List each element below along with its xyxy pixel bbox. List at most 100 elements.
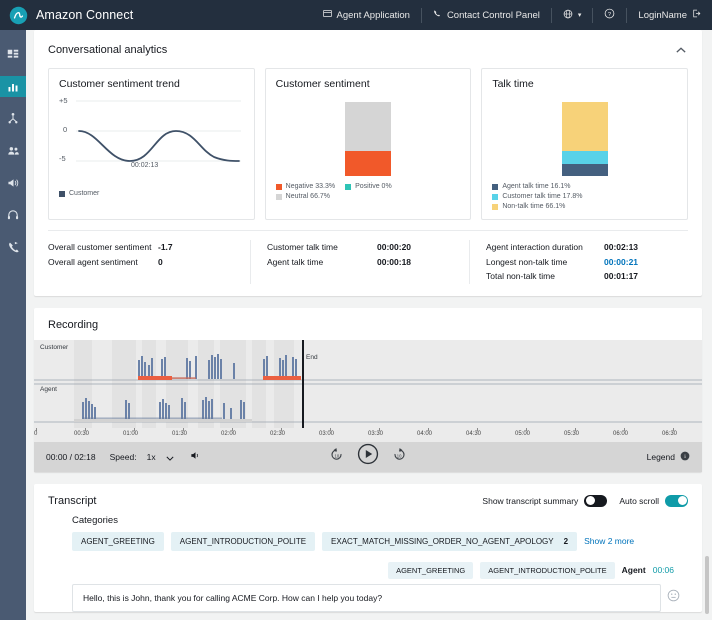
legend-item: Neutral 66.7%	[275, 193, 461, 200]
recording-panel-title: Recording	[48, 318, 99, 331]
category-chip[interactable]: AGENT_GREETING	[72, 531, 164, 551]
metric-row: Agent talk time 00:00:18	[267, 255, 459, 270]
sign-out-icon[interactable]	[692, 9, 701, 21]
message-timestamp[interactable]: 00:06	[653, 565, 674, 575]
chevron-up-icon[interactable]	[660, 30, 702, 68]
bar-segment-non-talk	[561, 102, 608, 151]
y-tick-minus5: -5	[59, 154, 66, 163]
legend-swatch	[492, 203, 499, 210]
x-tick-label: 00:02:13	[131, 162, 159, 169]
info-icon[interactable]: i	[680, 448, 690, 466]
customer-sentiment-legend: Negative 33.3% Positive 0% Neutral 66.7%	[275, 183, 461, 200]
axis-tick: 06:00	[613, 430, 629, 437]
message-speaker: Agent	[621, 565, 646, 575]
legend-swatch	[492, 183, 499, 190]
auto-scroll-toggle-group: Auto scroll	[619, 494, 688, 507]
language-selector[interactable]: ▾	[552, 0, 593, 30]
metric-group-interaction: Agent interaction duration 00:02:13 Long…	[469, 240, 688, 284]
transcript-header: Transcript Show transcript summary Auto …	[34, 484, 702, 511]
sidebar-item-analytics[interactable]	[0, 76, 26, 97]
rewind-10-icon[interactable]: 10	[329, 447, 344, 467]
bar-segment-neutral	[345, 102, 391, 152]
metric-row: Overall agent sentiment 0	[48, 255, 240, 270]
sidebar-item-routing[interactable]	[0, 108, 26, 129]
show-transcript-summary-toggle[interactable]	[584, 494, 608, 507]
toggle-knob	[585, 496, 595, 505]
legend-swatch	[59, 190, 65, 197]
phone-icon	[433, 9, 442, 21]
category-chip-label: EXACT_MATCH_MISSING_ORDER_NO_AGENT_APOLO…	[331, 536, 554, 546]
axis-tick: 02:00	[221, 430, 237, 437]
metric-value: -1.7	[158, 242, 173, 252]
legend-button[interactable]: Legend i	[647, 448, 690, 466]
customer-channel-label: Customer	[40, 343, 69, 351]
top-nav-actions: Agent Application Contact Control Panel …	[312, 0, 712, 30]
sidebar-item-agent-status[interactable]	[0, 204, 26, 225]
chart-title: Customer sentiment trend	[59, 78, 180, 90]
legend-swatch	[275, 183, 282, 190]
customer-sentiment-card: Customer sentiment Negative 33.3% Positi…	[264, 68, 472, 220]
legend-label: Non-talk time 66.1%	[502, 203, 566, 210]
sidebar-item-phone-numbers[interactable]	[0, 236, 26, 257]
neutral-face-icon[interactable]	[667, 589, 680, 607]
sidebar-item-users[interactable]	[0, 140, 26, 161]
transcript-toggles: Show transcript summary Auto scroll	[482, 494, 688, 507]
legend-label: Legend	[646, 451, 675, 462]
stacked-bar	[345, 102, 391, 176]
analytics-panel-title: Conversational analytics	[48, 44, 168, 56]
show-transcript-summary-toggle-group: Show transcript summary	[482, 494, 608, 507]
auto-scroll-toggle[interactable]	[665, 494, 688, 507]
show-more-categories-link[interactable]: Show 2 more	[584, 536, 634, 546]
axis-tick: 01:00	[123, 430, 139, 437]
legend-label: Agent talk time 16.1%	[502, 183, 571, 190]
y-tick-zero: 0	[63, 125, 68, 134]
svg-text:10: 10	[335, 453, 340, 458]
metric-row: Customer talk time 00:00:20	[267, 240, 459, 255]
end-marker-label: End	[306, 353, 318, 361]
play-button[interactable]	[357, 443, 379, 470]
legend-swatch	[345, 183, 352, 190]
metric-value: 00:00:18	[377, 256, 412, 267]
transcript-scrollbar[interactable]	[705, 556, 709, 614]
category-chips: AGENT_GREETING AGENT_INTRODUCTION_POLITE…	[34, 531, 702, 551]
sidebar-item-campaigns[interactable]	[0, 172, 26, 193]
category-chip[interactable]: EXACT_MATCH_MISSING_ORDER_NO_AGENT_APOLO…	[322, 531, 578, 551]
analytics-cards-row: Customer sentiment trend +5 0 -5 00:02:1…	[34, 68, 702, 230]
recording-waveform[interactable]: Customer Agent End	[34, 339, 702, 428]
nav-contact-control-panel[interactable]: Contact Control Panel	[422, 0, 551, 30]
show-transcript-summary-label: Show transcript summary	[482, 495, 579, 506]
message-tag[interactable]: AGENT_INTRODUCTION_POLITE	[480, 561, 615, 579]
recording-time-axis: 0 00:30 01:00 01:30 02:00 02:30 03:00 03…	[34, 427, 702, 442]
message-tag[interactable]: AGENT_GREETING	[388, 561, 474, 579]
transport-controls: 10 10	[34, 443, 702, 470]
analytics-panel-header: Conversational analytics	[34, 30, 702, 68]
longest-non-talk-time-link[interactable]: 00:00:21	[604, 255, 638, 270]
transcript-title: Transcript	[48, 494, 97, 507]
metric-value: 00:02:13	[604, 242, 639, 252]
window-icon	[322, 9, 332, 21]
axis-tick: 05:30	[564, 430, 580, 437]
forward-10-icon[interactable]: 10	[392, 447, 407, 467]
help-button[interactable]: ?	[593, 0, 626, 30]
question-circle-icon: ?	[604, 8, 615, 22]
playhead-marker[interactable]	[302, 339, 304, 428]
customer-sentiment-trend-card: Customer sentiment trend +5 0 -5 00:02:1…	[48, 68, 255, 220]
legend-item: Non-talk time 66.1%	[492, 203, 677, 210]
nav-agent-application[interactable]: Agent Application	[312, 0, 421, 30]
talk-time-legend: Agent talk time 16.1% Customer talk time…	[492, 183, 677, 210]
axis-tick: 04:00	[417, 430, 433, 437]
amazon-connect-logo[interactable]	[0, 6, 36, 25]
talk-time-card: Talk time Agent talk time 16.1% Customer…	[481, 68, 689, 220]
legend-label: Negative 33.3%	[285, 183, 336, 190]
user-login-name: LoginName	[638, 9, 687, 21]
legend-item: Customer	[59, 190, 99, 197]
category-chip[interactable]: AGENT_INTRODUCTION_POLITE	[170, 531, 316, 551]
bar-segment-agent-talk	[561, 164, 608, 176]
legend-item: Agent talk time 16.1%	[492, 183, 677, 190]
legend-label: Positive 0%	[355, 183, 392, 190]
metric-row: Overall customer sentiment -1.7	[48, 240, 240, 255]
sidebar-item-dashboard[interactable]	[0, 44, 26, 65]
axis-tick: 03:30	[368, 430, 384, 437]
user-menu[interactable]: LoginName	[627, 0, 712, 30]
axis-tick: 04:30	[466, 430, 482, 437]
